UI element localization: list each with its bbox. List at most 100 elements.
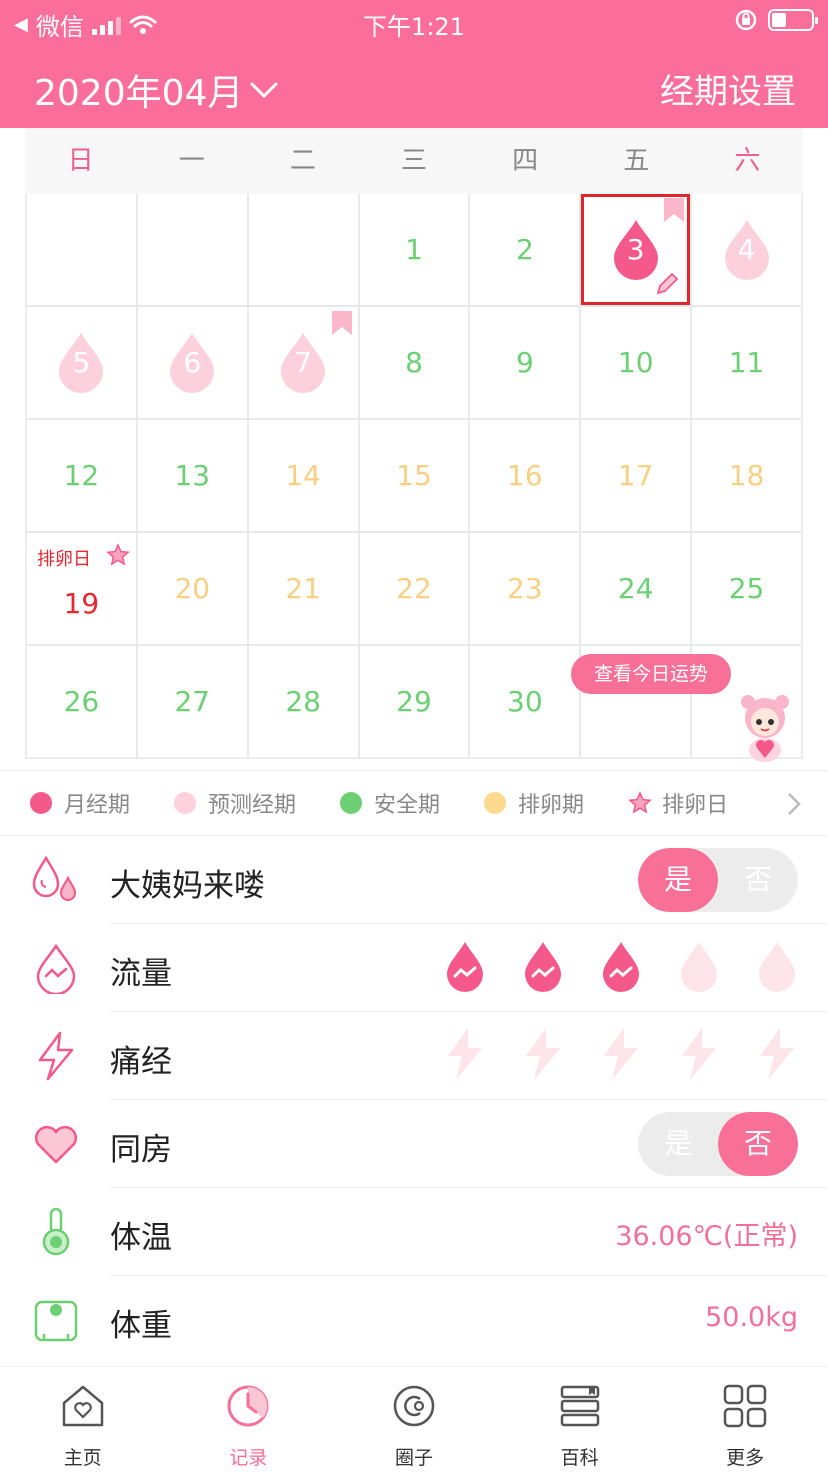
month-selector[interactable]: 2020年04月	[34, 64, 279, 116]
day-number: 27	[174, 685, 211, 718]
calendar-day[interactable]: 6	[137, 307, 247, 418]
calendar-day[interactable]: 14	[248, 420, 358, 531]
app-header: 2020年04月 经期设置	[0, 44, 828, 128]
pencil-icon[interactable]	[654, 271, 680, 297]
legend-label: 排卵日	[662, 793, 729, 818]
calendar-day[interactable]: 16	[470, 420, 580, 531]
day-number: 21	[285, 572, 321, 605]
flow-drop-filled-icon[interactable]	[600, 940, 642, 994]
toggle-no[interactable]: 否	[718, 848, 798, 912]
cramp-bolt-empty-icon[interactable]	[598, 1026, 642, 1082]
cramps-row: 痛经	[0, 1012, 828, 1100]
calendar-day[interactable]: 17	[581, 420, 691, 531]
calendar-day[interactable]: 12	[27, 420, 136, 531]
weekday-label: 日	[67, 146, 94, 176]
calendar-day[interactable]: 5	[27, 307, 136, 418]
calendar-day[interactable]: 3	[581, 194, 691, 305]
legend-label: 月经期	[64, 793, 131, 818]
cramp-bolt-empty-icon[interactable]	[676, 1026, 720, 1082]
daily-fortune-button[interactable]: 查看今日运势	[571, 654, 731, 694]
status-bar: ◀ 微信 下午1:21	[0, 0, 828, 44]
weight-value: 50.0kg	[705, 1302, 798, 1333]
star-icon	[628, 791, 652, 814]
calendar-day[interactable]: 7	[248, 307, 358, 418]
flow-level-selector[interactable]	[444, 940, 798, 994]
flow-drop-empty-icon[interactable]	[756, 940, 798, 994]
calendar-day[interactable]: 28	[248, 646, 358, 757]
calendar-day[interactable]: 10	[581, 307, 691, 418]
day-number: 15	[396, 459, 432, 492]
calendar-day[interactable]: 20	[137, 533, 247, 644]
tab-home[interactable]: 主页	[0, 1367, 166, 1472]
mascot-girl-icon[interactable]	[734, 692, 796, 764]
toggle-yes[interactable]: 是	[638, 848, 718, 912]
tab-circle[interactable]: 圈子	[331, 1367, 497, 1472]
day-number: 13	[174, 459, 211, 492]
calendar-day[interactable]: 27	[137, 646, 247, 757]
day-number: 5	[72, 346, 91, 379]
cramp-bolt-empty-icon[interactable]	[442, 1026, 486, 1082]
calendar-day[interactable]: 24	[581, 533, 691, 644]
day-number: 8	[405, 346, 423, 379]
flow-drop-filled-icon[interactable]	[444, 940, 486, 994]
calendar-day[interactable]: 排卵日 19	[27, 533, 136, 644]
chevron-down-icon	[250, 82, 278, 99]
flow-drop-filled-icon[interactable]	[522, 940, 564, 994]
calendar-day[interactable]: 21	[248, 533, 358, 644]
calendar-day[interactable]: 11	[692, 307, 801, 418]
calendar-day[interactable]: 13	[137, 420, 247, 531]
calendar-day[interactable]: 26	[27, 646, 136, 757]
lightning-icon	[38, 1031, 74, 1081]
day-number: 25	[728, 572, 765, 605]
weekday-label: 一	[178, 146, 205, 176]
calendar-day[interactable]: 15	[359, 420, 469, 531]
safe-dot-icon	[340, 792, 363, 814]
tab-label: 百科	[560, 1447, 599, 1469]
flow-drop-empty-icon[interactable]	[678, 940, 720, 994]
cramp-bolt-empty-icon[interactable]	[520, 1026, 564, 1082]
day-number: 4	[737, 233, 756, 266]
chevron-right-icon[interactable]	[786, 791, 802, 817]
predicted-dot-icon	[174, 792, 197, 814]
intimacy-toggle[interactable]: 是 否	[638, 1112, 798, 1176]
calendar-day[interactable]: 30	[470, 646, 580, 757]
tab-record[interactable]: 记录	[166, 1367, 332, 1472]
tab-label: 圈子	[394, 1447, 433, 1469]
weight-row[interactable]: 体重 50.0kg	[0, 1276, 828, 1364]
toggle-no[interactable]: 否	[718, 1112, 798, 1176]
temperature-label: 体温	[110, 1220, 172, 1256]
temperature-row[interactable]: 体温 36.06℃(正常)	[0, 1188, 828, 1276]
cramps-level-selector[interactable]	[442, 1026, 798, 1082]
calendar-day[interactable]: 2	[470, 194, 580, 305]
calendar-day[interactable]: 23	[470, 533, 580, 644]
circle-icon	[393, 1385, 435, 1427]
rotation-lock-icon	[735, 9, 757, 31]
calendar-day[interactable]: 1	[359, 194, 469, 305]
calendar-day[interactable]: 25	[692, 533, 801, 644]
calendar-day[interactable]: 4	[692, 194, 801, 305]
tab-label: 记录	[229, 1447, 268, 1469]
calendar-day[interactable]: 29	[359, 646, 469, 757]
books-icon	[560, 1385, 599, 1427]
tab-encyclopedia[interactable]: 百科	[497, 1367, 663, 1472]
day-number: 6	[183, 346, 202, 379]
cramp-bolt-empty-icon[interactable]	[754, 1026, 798, 1082]
legend-item: 月经期	[30, 787, 130, 819]
day-number: 2	[515, 233, 534, 266]
calendar-day[interactable]: 9	[470, 307, 580, 418]
day-number: 1	[405, 233, 423, 266]
period-came-toggle[interactable]: 是 否	[638, 848, 798, 912]
calendar-day[interactable]: 8	[359, 307, 469, 418]
calendar-day[interactable]: 18	[692, 420, 801, 531]
bookmark-icon	[331, 311, 352, 335]
tab-more[interactable]: 更多	[662, 1367, 828, 1472]
blood-drops-icon	[32, 855, 77, 901]
weekday-label: 三	[400, 146, 427, 176]
period-settings-button[interactable]: 经期设置	[660, 64, 796, 113]
status-time: 下午1:21	[363, 13, 465, 41]
toggle-yes[interactable]: 是	[638, 1112, 718, 1176]
day-number: 26	[63, 685, 100, 718]
flow-drop-icon	[36, 943, 76, 994]
calendar-day[interactable]: 22	[359, 533, 469, 644]
tab-label: 更多	[726, 1447, 765, 1469]
